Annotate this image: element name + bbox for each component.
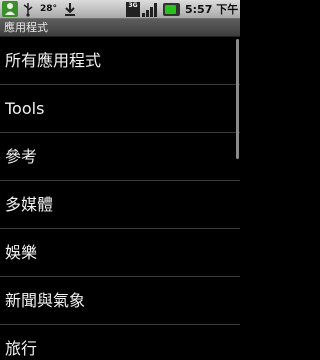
battery-icon [163,3,180,16]
network-label: 3G [128,2,138,9]
clock-text: 5:57 下午 [185,3,239,16]
list-item-label: 所有應用程式 [5,51,102,70]
list-item-label: 新聞與氣象 [5,291,86,310]
notification-icon[interactable] [2,1,18,17]
list-item-label: 娛樂 [5,243,38,262]
battery-level-fill [165,5,176,14]
page-title: 應用程式 [4,21,48,34]
list-item-tools[interactable]: Tools [0,85,240,133]
list-item-label: 多媒體 [5,195,54,214]
temperature-text: 28° [40,4,58,14]
list-item-entertainment[interactable]: 娛樂 [0,229,240,277]
screen: 28° 3G 5:57 下午 應用程式 所有應用程式 Tools 參考 多媒體 … [0,0,240,360]
scrollbar[interactable] [236,39,239,159]
usb-icon [22,2,34,17]
list-item-reference[interactable]: 參考 [0,133,240,181]
signal-icon [142,2,158,17]
list-item-news-weather[interactable]: 新聞與氣象 [0,277,240,325]
network-3g-icon: 3G [126,2,140,17]
download-icon [64,2,76,17]
list-item-label: Tools [5,99,45,118]
list-item-all-apps[interactable]: 所有應用程式 [0,37,240,85]
category-list[interactable]: 所有應用程式 Tools 參考 多媒體 娛樂 新聞與氣象 旅行 [0,37,240,360]
list-item-label: 參考 [5,147,38,166]
status-bar: 28° 3G 5:57 下午 [0,0,240,19]
list-item-label: 旅行 [5,339,38,358]
list-item-multimedia[interactable]: 多媒體 [0,181,240,229]
title-bar: 應用程式 [0,19,240,37]
list-item-travel[interactable]: 旅行 [0,325,240,360]
